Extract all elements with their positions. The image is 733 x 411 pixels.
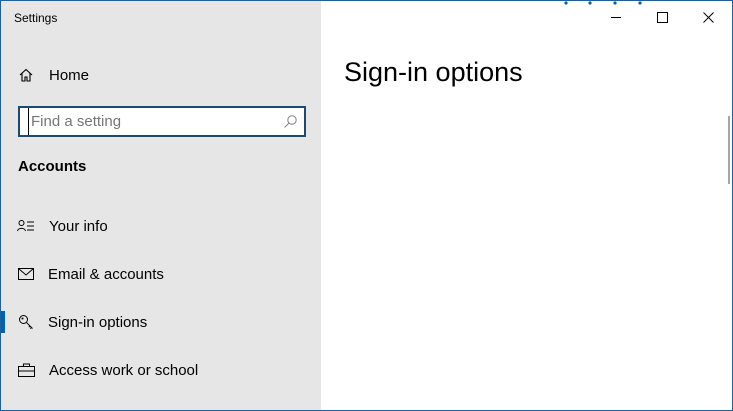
sidebar: Settings Home Accounts	[1, 1, 321, 410]
search-box[interactable]	[18, 106, 306, 137]
close-button[interactable]	[685, 1, 731, 33]
app-title: Settings	[14, 11, 58, 25]
sidebar-item-label: Email & accounts	[48, 265, 164, 283]
sidebar-item-access-work-school[interactable]: Access work or school	[1, 350, 321, 390]
home-label: Home	[49, 66, 90, 84]
partial-nav-icon	[18, 405, 28, 410]
sidebar-item-email-accounts[interactable]: Email & accounts	[1, 254, 321, 294]
scrollbar-thumb[interactable]	[728, 116, 730, 184]
sidebar-item-label: Sign-in options	[48, 313, 148, 331]
person-card-icon	[17, 217, 35, 235]
briefcase-icon	[17, 361, 35, 379]
page-title: Sign-in options	[344, 57, 523, 87]
close-icon	[702, 11, 714, 23]
home-icon	[17, 66, 35, 84]
search-icon[interactable]	[283, 114, 298, 129]
section-heading: Accounts	[18, 158, 87, 175]
sidebar-item-label: Access work or school	[49, 361, 199, 379]
maximize-button[interactable]	[639, 1, 685, 33]
settings-window: Settings Home Accounts	[0, 0, 733, 411]
maximize-icon	[656, 11, 668, 23]
sidebar-item-sign-in-options[interactable]: Sign-in options	[1, 302, 321, 342]
main-content: Sign-in options	[321, 1, 732, 410]
sidebar-item-label: Your info	[49, 217, 108, 235]
sidebar-item-your-info[interactable]: Your info	[1, 206, 321, 246]
mail-icon	[17, 265, 35, 283]
search-input[interactable]	[28, 108, 281, 135]
key-icon	[17, 313, 35, 331]
minimize-button[interactable]	[593, 1, 639, 33]
minimize-icon	[611, 17, 621, 18]
home-nav-item[interactable]: Home	[1, 55, 321, 95]
